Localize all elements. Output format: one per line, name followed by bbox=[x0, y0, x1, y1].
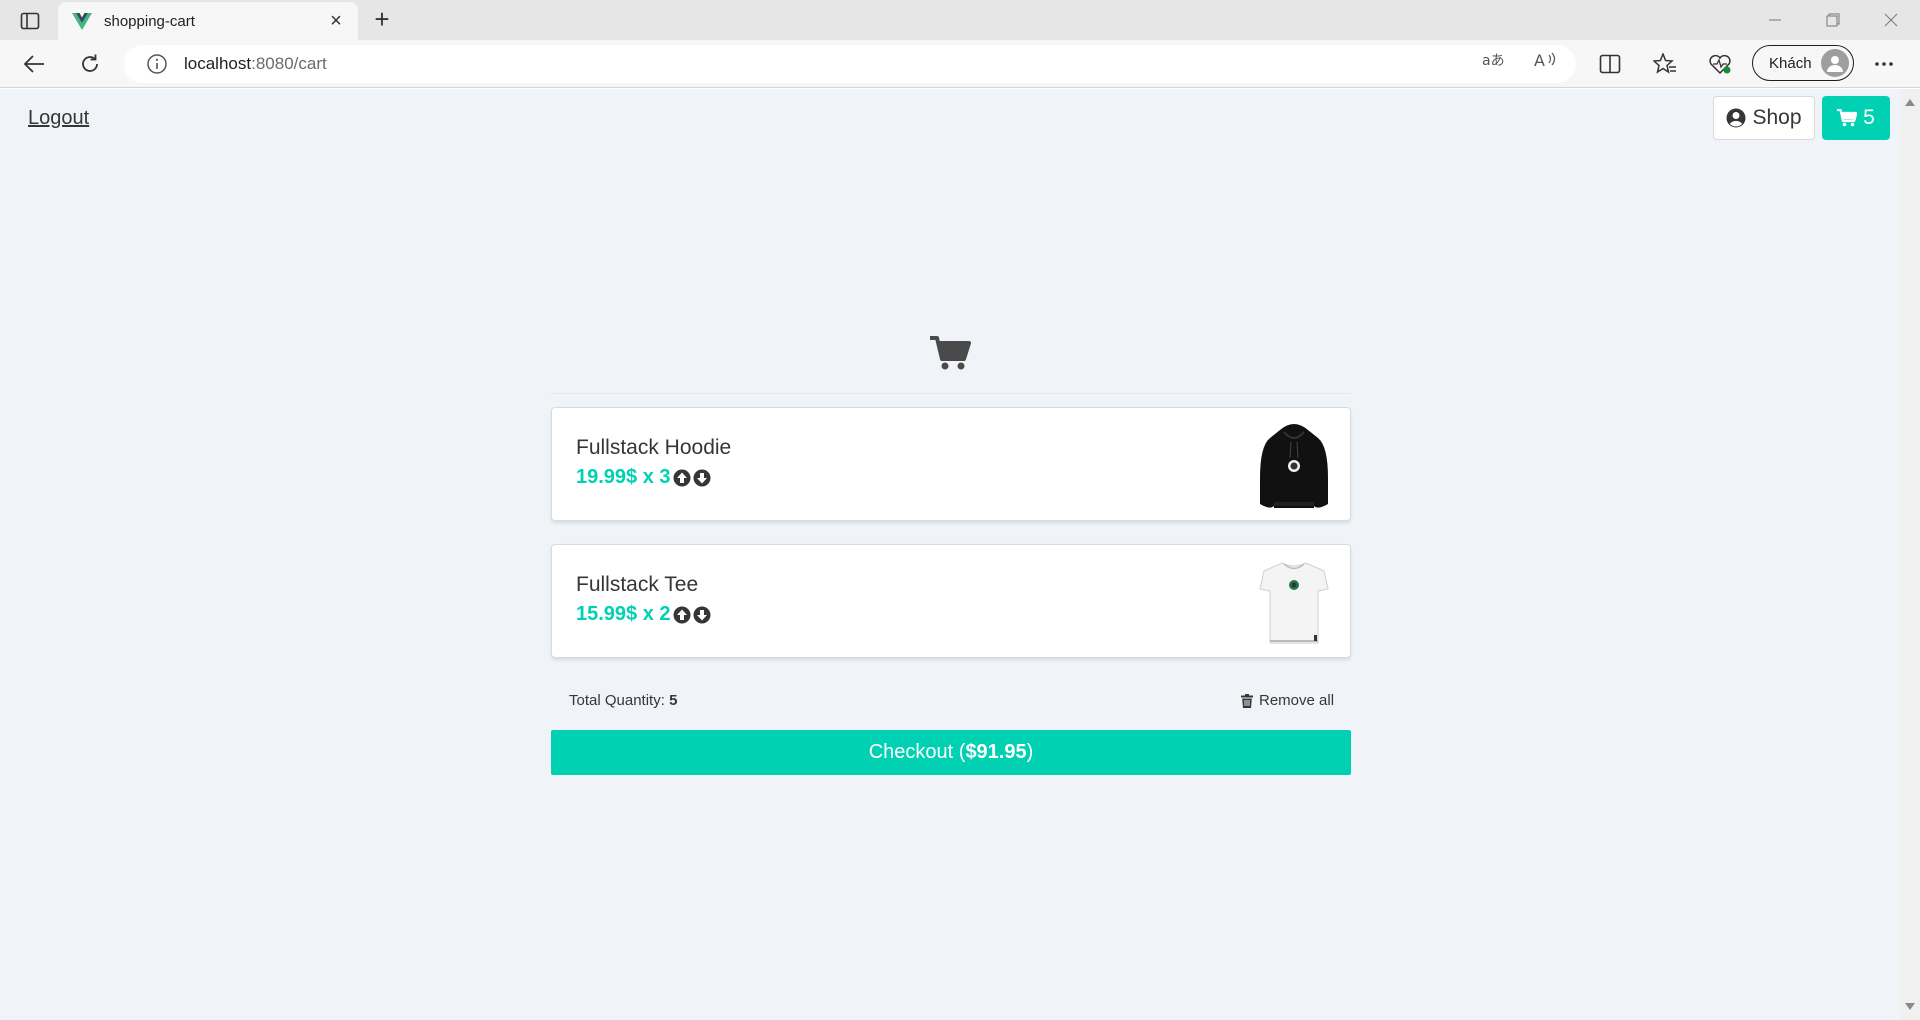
logout-link[interactable]: Logout bbox=[28, 107, 89, 130]
remove-all-button[interactable]: Remove all bbox=[1241, 692, 1334, 709]
increase-quantity-icon[interactable] bbox=[673, 469, 691, 487]
new-tab-icon[interactable]: + bbox=[368, 6, 396, 34]
total-quantity-label: Total Quantity: bbox=[569, 692, 665, 709]
scroll-down-icon[interactable] bbox=[1905, 1003, 1915, 1010]
vue-logo-icon bbox=[72, 13, 92, 30]
checkout-suffix: ) bbox=[1026, 741, 1034, 763]
checkout-prefix: Checkout ( bbox=[868, 741, 966, 763]
tee-image bbox=[1259, 562, 1329, 644]
profile-label: Khách bbox=[1769, 54, 1812, 72]
decrease-quantity-icon[interactable] bbox=[693, 606, 711, 624]
browser-essentials-icon[interactable] bbox=[1702, 48, 1738, 80]
item-price-line: 19.99$ x 3 bbox=[576, 466, 711, 489]
total-quantity: Total Quantity: 5 bbox=[569, 692, 677, 709]
page-scrollbar[interactable] bbox=[1900, 89, 1920, 1020]
translate-icon[interactable]: aあ bbox=[1478, 48, 1510, 72]
shop-label: Shop bbox=[1752, 106, 1802, 129]
split-screen-icon[interactable] bbox=[1592, 48, 1628, 80]
svg-text:aあ: aあ bbox=[1482, 53, 1505, 69]
profile-button[interactable]: Khách bbox=[1752, 45, 1854, 81]
close-window-icon[interactable] bbox=[1868, 6, 1914, 34]
checkout-button[interactable]: Checkout ($91.95) bbox=[551, 730, 1351, 775]
browser-tab[interactable]: shopping-cart × bbox=[58, 2, 358, 40]
svg-text:A: A bbox=[1534, 51, 1545, 70]
hoodie-image bbox=[1260, 424, 1328, 508]
more-options-icon[interactable] bbox=[1866, 48, 1902, 80]
url-path: :8080/cart bbox=[251, 54, 327, 73]
shop-button[interactable]: Shop bbox=[1713, 96, 1815, 140]
item-quantity: x 3 bbox=[642, 466, 671, 488]
cart-divider bbox=[551, 393, 1351, 394]
cart-item-tee: Fullstack Tee 15.99$ x 2 bbox=[551, 544, 1351, 658]
site-info-icon[interactable] bbox=[146, 53, 168, 75]
scroll-up-icon[interactable] bbox=[1905, 99, 1915, 106]
cart-header-icon bbox=[930, 336, 971, 370]
address-bar[interactable]: localhost:8080/cart bbox=[124, 45, 1576, 83]
checkout-amount: $91.95 bbox=[965, 741, 1027, 763]
remove-all-label: Remove all bbox=[1259, 692, 1335, 709]
decrease-quantity-icon[interactable] bbox=[693, 469, 711, 487]
total-quantity-value: 5 bbox=[669, 692, 678, 709]
url-host: localhost bbox=[184, 54, 252, 73]
tab-actions-button[interactable] bbox=[16, 10, 44, 32]
tab-actions-icon bbox=[20, 12, 40, 30]
trash-icon bbox=[1241, 693, 1253, 708]
page-content: Logout Shop 5 Fullstack Hoodie 19.99$ x … bbox=[0, 89, 1900, 1020]
item-price: 19.99$ bbox=[576, 466, 638, 488]
refresh-icon[interactable] bbox=[72, 48, 108, 80]
cart-icon bbox=[1837, 109, 1858, 127]
item-price-line: 15.99$ x 2 bbox=[576, 603, 711, 626]
back-icon[interactable] bbox=[16, 48, 52, 80]
item-quantity: x 2 bbox=[642, 603, 671, 625]
browser-toolbar: localhost:8080/cart aあ A Khách bbox=[0, 40, 1920, 88]
avatar-icon bbox=[1821, 49, 1849, 77]
increase-quantity-icon[interactable] bbox=[673, 606, 691, 624]
minimize-icon[interactable] bbox=[1752, 6, 1798, 34]
item-name: Fullstack Hoodie bbox=[576, 436, 732, 459]
browser-tab-bar: shopping-cart × + bbox=[0, 0, 1920, 40]
user-circle-icon bbox=[1726, 108, 1746, 128]
item-price: 15.99$ bbox=[576, 603, 638, 625]
close-tab-icon[interactable]: × bbox=[326, 11, 346, 31]
cart-count: 5 bbox=[1863, 106, 1875, 129]
cart-button[interactable]: 5 bbox=[1822, 96, 1890, 140]
tab-title: shopping-cart bbox=[104, 12, 195, 30]
item-name: Fullstack Tee bbox=[576, 573, 699, 596]
cart-item-hoodie: Fullstack Hoodie 19.99$ x 3 bbox=[551, 407, 1351, 521]
read-aloud-icon[interactable]: A bbox=[1530, 48, 1562, 72]
restore-icon[interactable] bbox=[1810, 6, 1856, 34]
favorites-icon[interactable] bbox=[1647, 48, 1683, 80]
